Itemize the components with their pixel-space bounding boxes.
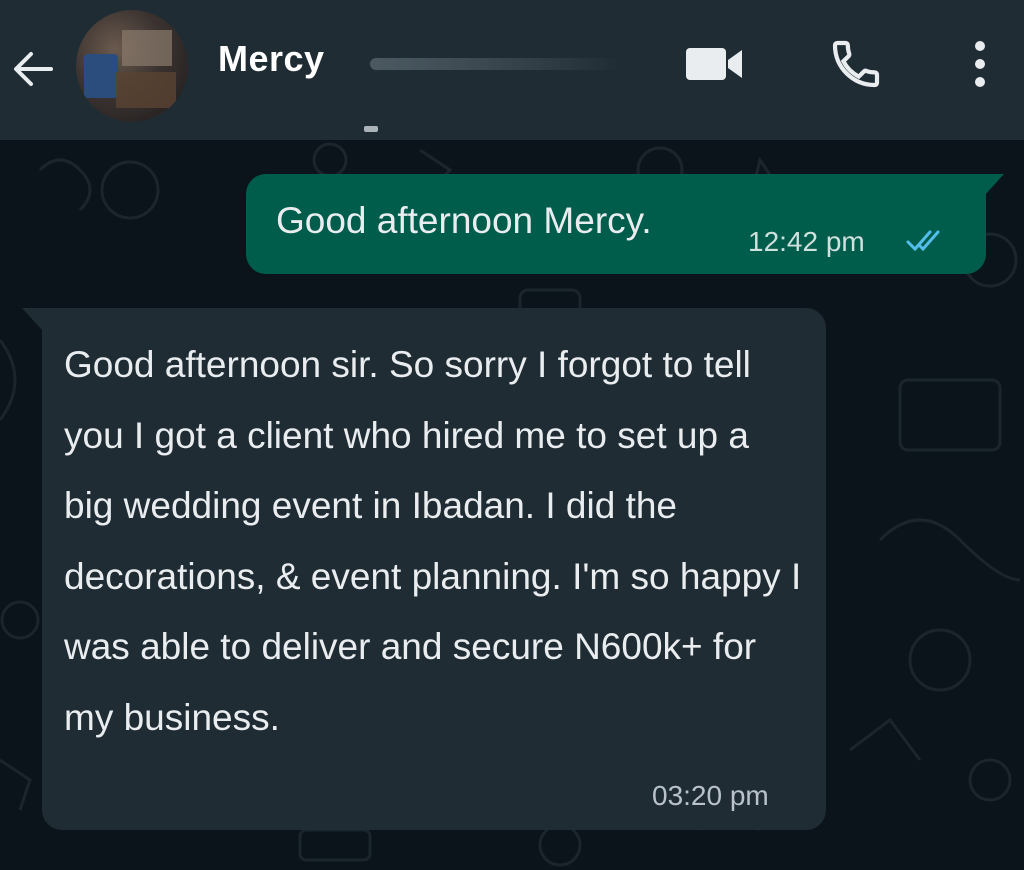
video-camera-icon (686, 48, 742, 80)
double-check-read-icon (906, 230, 940, 252)
redacted-name-suffix (370, 58, 620, 70)
more-options-button[interactable] (944, 28, 1016, 100)
contact-avatar[interactable] (76, 10, 188, 122)
arrow-left-icon (14, 52, 53, 86)
more-vertical-icon (975, 41, 985, 87)
voice-call-button[interactable] (820, 28, 892, 100)
phone-icon (832, 40, 880, 88)
chat-header: Mercy (0, 0, 1024, 140)
back-button[interactable] (6, 42, 60, 96)
incoming-message[interactable]: Good afternoon sir. So sorry I forgot to… (22, 308, 826, 830)
message-text: Good afternoon Mercy. (276, 200, 652, 241)
contact-name[interactable]: Mercy (218, 38, 325, 80)
message-text: Good afternoon sir. So sorry I forgot to… (64, 344, 802, 738)
message-time: 12:42 pm (748, 226, 865, 257)
outgoing-message[interactable]: Good afternoon Mercy. 12:42 pm (246, 174, 1004, 274)
status-indicator (364, 126, 378, 132)
message-time: 03:20 pm (652, 780, 769, 811)
video-call-button[interactable] (678, 28, 750, 100)
